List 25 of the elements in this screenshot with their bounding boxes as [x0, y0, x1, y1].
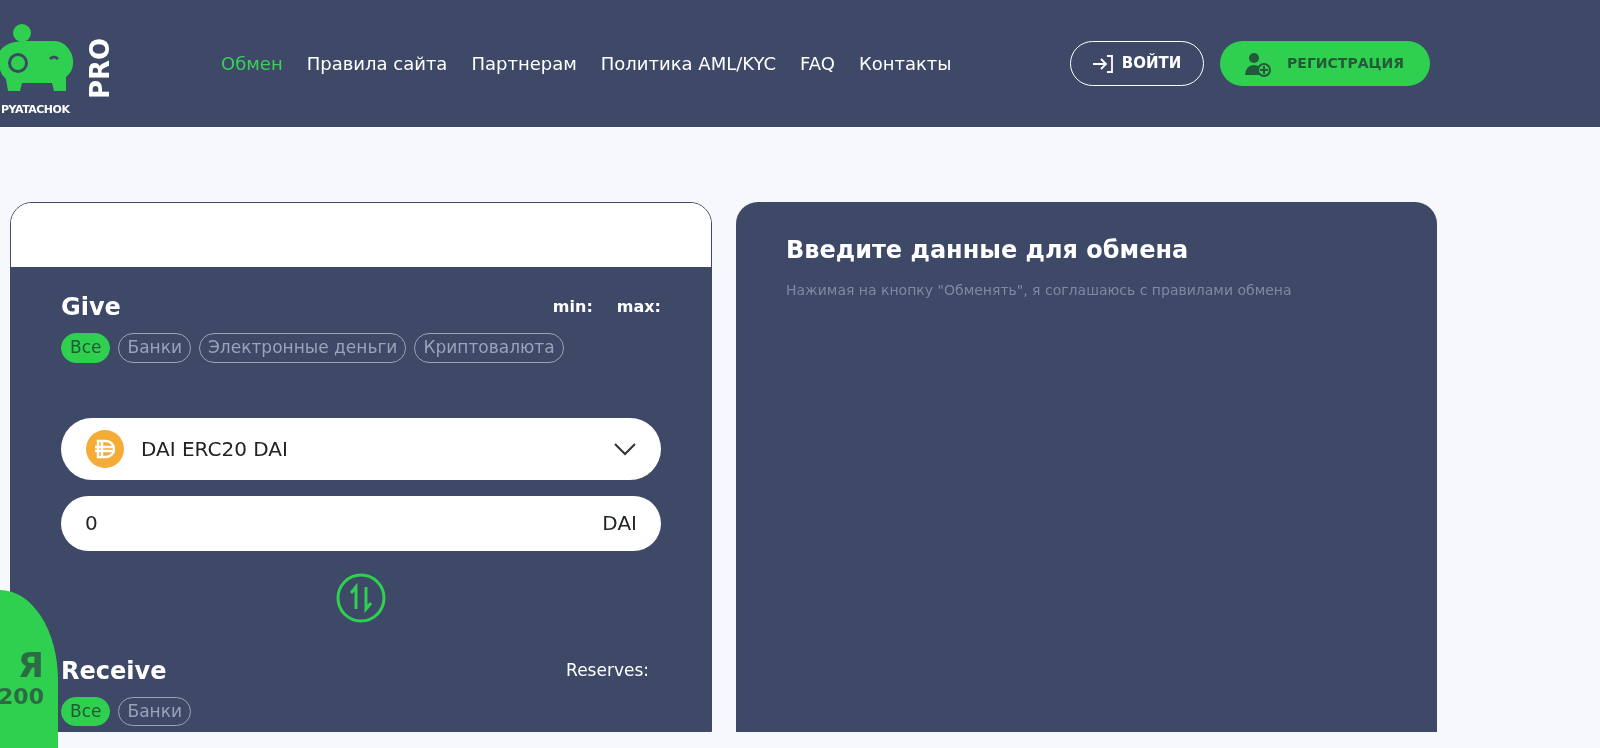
register-button[interactable]: РЕГИСТРАЦИЯ — [1219, 41, 1430, 86]
details-title: Введите данные для обмена — [786, 235, 1190, 266]
add-user-icon — [1245, 50, 1272, 77]
nav-link[interactable]: Политика AML/KYC — [600, 50, 776, 77]
swap-icon[interactable] — [336, 572, 386, 623]
nav-link[interactable]: Обмен — [221, 50, 283, 77]
give-title: Give — [61, 292, 121, 323]
nav-link[interactable]: Партнерам — [471, 50, 577, 77]
nav-link[interactable]: Контакты — [858, 50, 952, 77]
amount-field[interactable]: 0 DAI — [61, 495, 661, 551]
min-label: min: — [552, 296, 593, 318]
nav-link[interactable]: FAQ — [800, 50, 835, 77]
coin-icon — [85, 428, 125, 469]
currency-select[interactable]: DAI ERC20 DAI — [61, 417, 661, 480]
agreement-note: Нажимая на кнопку "Обменять", я соглашаюсь с правилами обмена — [786, 281, 1293, 300]
reserves-label: Reserves: — [566, 658, 649, 682]
nav-link[interactable]: Правила сайта — [306, 50, 448, 77]
receive-title: Receive — [61, 655, 167, 687]
sign-in-icon — [1091, 54, 1114, 73]
logo-text: PYATACHOK — [1, 101, 70, 118]
chevron-down-icon — [613, 441, 637, 456]
logo-suffix: PRO — [84, 37, 117, 99]
max-label: max: — [616, 296, 661, 318]
filter-pill[interactable]: Все — [61, 333, 111, 363]
filter-pill[interactable]: Все — [61, 696, 111, 726]
